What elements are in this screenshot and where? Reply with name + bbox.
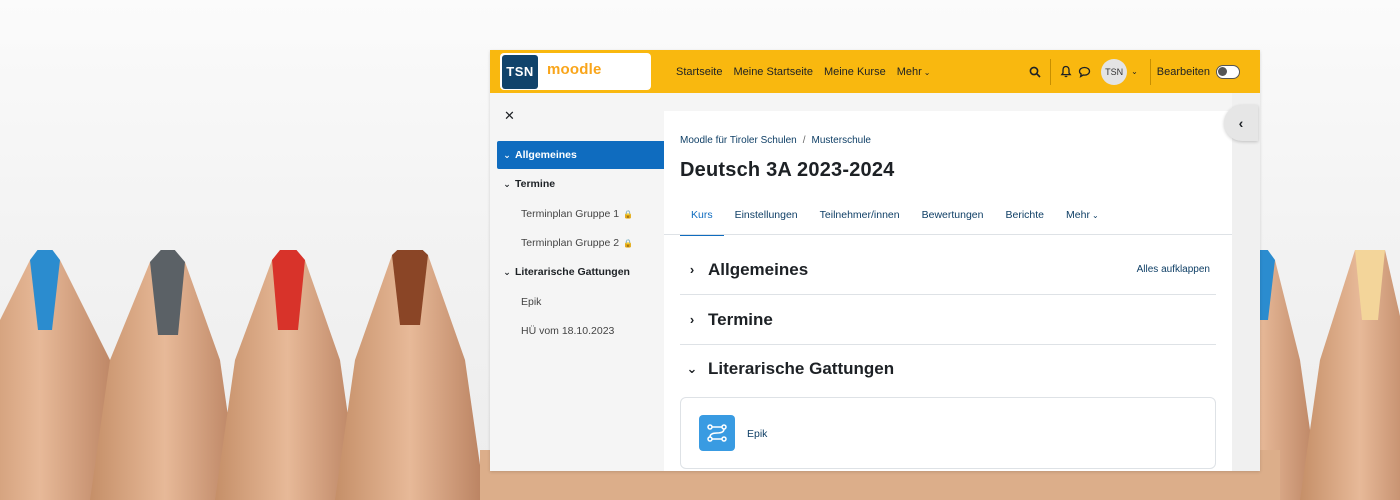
chevron-down-icon: ⌄ [923,67,931,77]
tab-mehr[interactable]: Mehr ⌄ [1055,195,1110,235]
activity-link[interactable]: Epik [747,428,767,440]
course-index-section-literarische-gattungen[interactable]: ⌄ Literarische Gattungen [497,258,664,286]
tab-kurs[interactable]: Kurs [680,195,724,236]
chevron-down-icon[interactable]: ⌄ [499,179,515,190]
chevron-down-icon[interactable]: ⌄ [680,361,704,377]
breadcrumb-item[interactable]: Musterschule [812,135,871,146]
section-title[interactable]: Termine [708,310,773,330]
chevron-down-icon[interactable]: ⌄ [499,267,515,278]
chevron-left-icon: ‹ [1238,115,1244,131]
lesson-path-icon-glyph [707,424,727,442]
messages-button[interactable] [1075,63,1093,81]
page-title: Deutsch 3A 2023-2024 [680,159,895,181]
breadcrumb: Moodle für Tiroler Schulen / Musterschul… [680,135,871,146]
primary-navigation: Startseite Meine Startseite Meine Kurse … [676,50,930,93]
chat-bubble-icon [1078,66,1090,78]
navbar-actions: TSN ⌄ Bearbeiten [1026,50,1240,93]
user-avatar[interactable]: TSN [1101,58,1128,85]
tab-einstellungen[interactable]: Einstellungen [724,195,809,235]
navbar-divider [1050,58,1052,85]
lesson-path-icon [699,415,735,451]
section-title[interactable]: Allgemeines [708,260,808,280]
nav-link-startseite[interactable]: Startseite [676,66,722,78]
logo-moodle-text: moodle [547,61,602,78]
search-button[interactable] [1026,63,1044,81]
chevron-down-icon: ⌄ [1091,210,1099,220]
course-index-item-terminplan-1[interactable]: Terminplan Gruppe 1 🔒 [497,200,664,228]
course-index-label: Terminplan Gruppe 2 [521,237,620,249]
open-block-drawer-button[interactable]: ‹ [1224,105,1258,141]
user-menu-chevron-icon[interactable]: ⌄ [1131,67,1138,76]
navbar-divider [1149,58,1151,85]
search-icon [1029,66,1041,78]
moodle-window: TSN moodle Startseite Meine Startseite M… [490,50,1260,471]
close-drawer-icon[interactable]: ✕ [504,108,515,124]
chevron-right-icon[interactable]: › [680,312,704,327]
secondary-navigation: Kurs Einstellungen Teilnehmer/innen Bewe… [680,195,1110,236]
course-index-drawer: ✕ ⌄ Allgemeines ⌄ Termine Terminplan Gru… [490,93,664,471]
course-index-section-allgemeines[interactable]: ⌄ Allgemeines [497,141,664,169]
tab-bewertungen[interactable]: Bewertungen [911,195,995,235]
course-index-label: Literarische Gattungen [515,266,630,278]
section-literarische-gattungen: ⌄ Literarische Gattungen [680,344,1216,394]
nav-link-meine-kurse[interactable]: Meine Kurse [824,66,886,78]
site-logo[interactable]: TSN moodle [500,53,651,90]
section-termine: › Termine [680,295,1216,345]
edit-mode-toggle[interactable] [1216,64,1240,79]
course-index-label: Termine [515,178,556,190]
tab-teilnehmer[interactable]: Teilnehmer/innen [809,195,911,235]
lock-icon: 🔒 [623,209,634,219]
edit-mode-label: Bearbeiten [1156,65,1210,78]
breadcrumb-separator: / [802,135,806,146]
top-navbar: TSN moodle Startseite Meine Startseite M… [490,50,1260,93]
lock-icon: 🔒 [623,238,634,248]
toggle-knob [1218,66,1227,76]
course-content: Moodle für Tiroler Schulen / Musterschul… [664,111,1232,471]
course-index-label: Epik [521,296,542,308]
right-drawer-rail [1232,93,1260,471]
section-allgemeines: › Allgemeines Alles aufklappen [680,245,1216,295]
bell-icon [1060,65,1072,78]
expand-all-link[interactable]: Alles aufklappen [1137,264,1210,275]
nav-link-mehr[interactable]: Mehr ⌄ [897,66,931,78]
course-index-item-terminplan-2[interactable]: Terminplan Gruppe 2 🔒 [497,229,664,257]
notifications-button[interactable] [1057,63,1075,81]
course-index-label: HÜ vom 18.10.2023 [521,325,615,337]
activity-epik: Epik [680,397,1216,469]
breadcrumb-item[interactable]: Moodle für Tiroler Schulen [680,135,797,146]
chevron-down-icon[interactable]: ⌄ [499,150,515,161]
section-title[interactable]: Literarische Gattungen [708,359,894,379]
nav-link-mehr-label: Mehr [896,65,922,78]
logo-tsn-badge: TSN [502,55,538,89]
chevron-right-icon[interactable]: › [680,262,704,277]
course-index-label: Allgemeines [515,149,577,161]
tabs-divider [664,234,1232,235]
course-index-label: Terminplan Gruppe 1 [521,208,620,220]
tab-berichte[interactable]: Berichte [995,195,1056,235]
course-index-item-hue[interactable]: HÜ vom 18.10.2023 [497,317,664,345]
course-index-item-epik[interactable]: Epik [497,288,664,316]
tab-mehr-label: Mehr [1066,209,1090,221]
nav-link-meine-startseite[interactable]: Meine Startseite [733,66,812,78]
course-index-section-termine[interactable]: ⌄ Termine [497,170,664,198]
